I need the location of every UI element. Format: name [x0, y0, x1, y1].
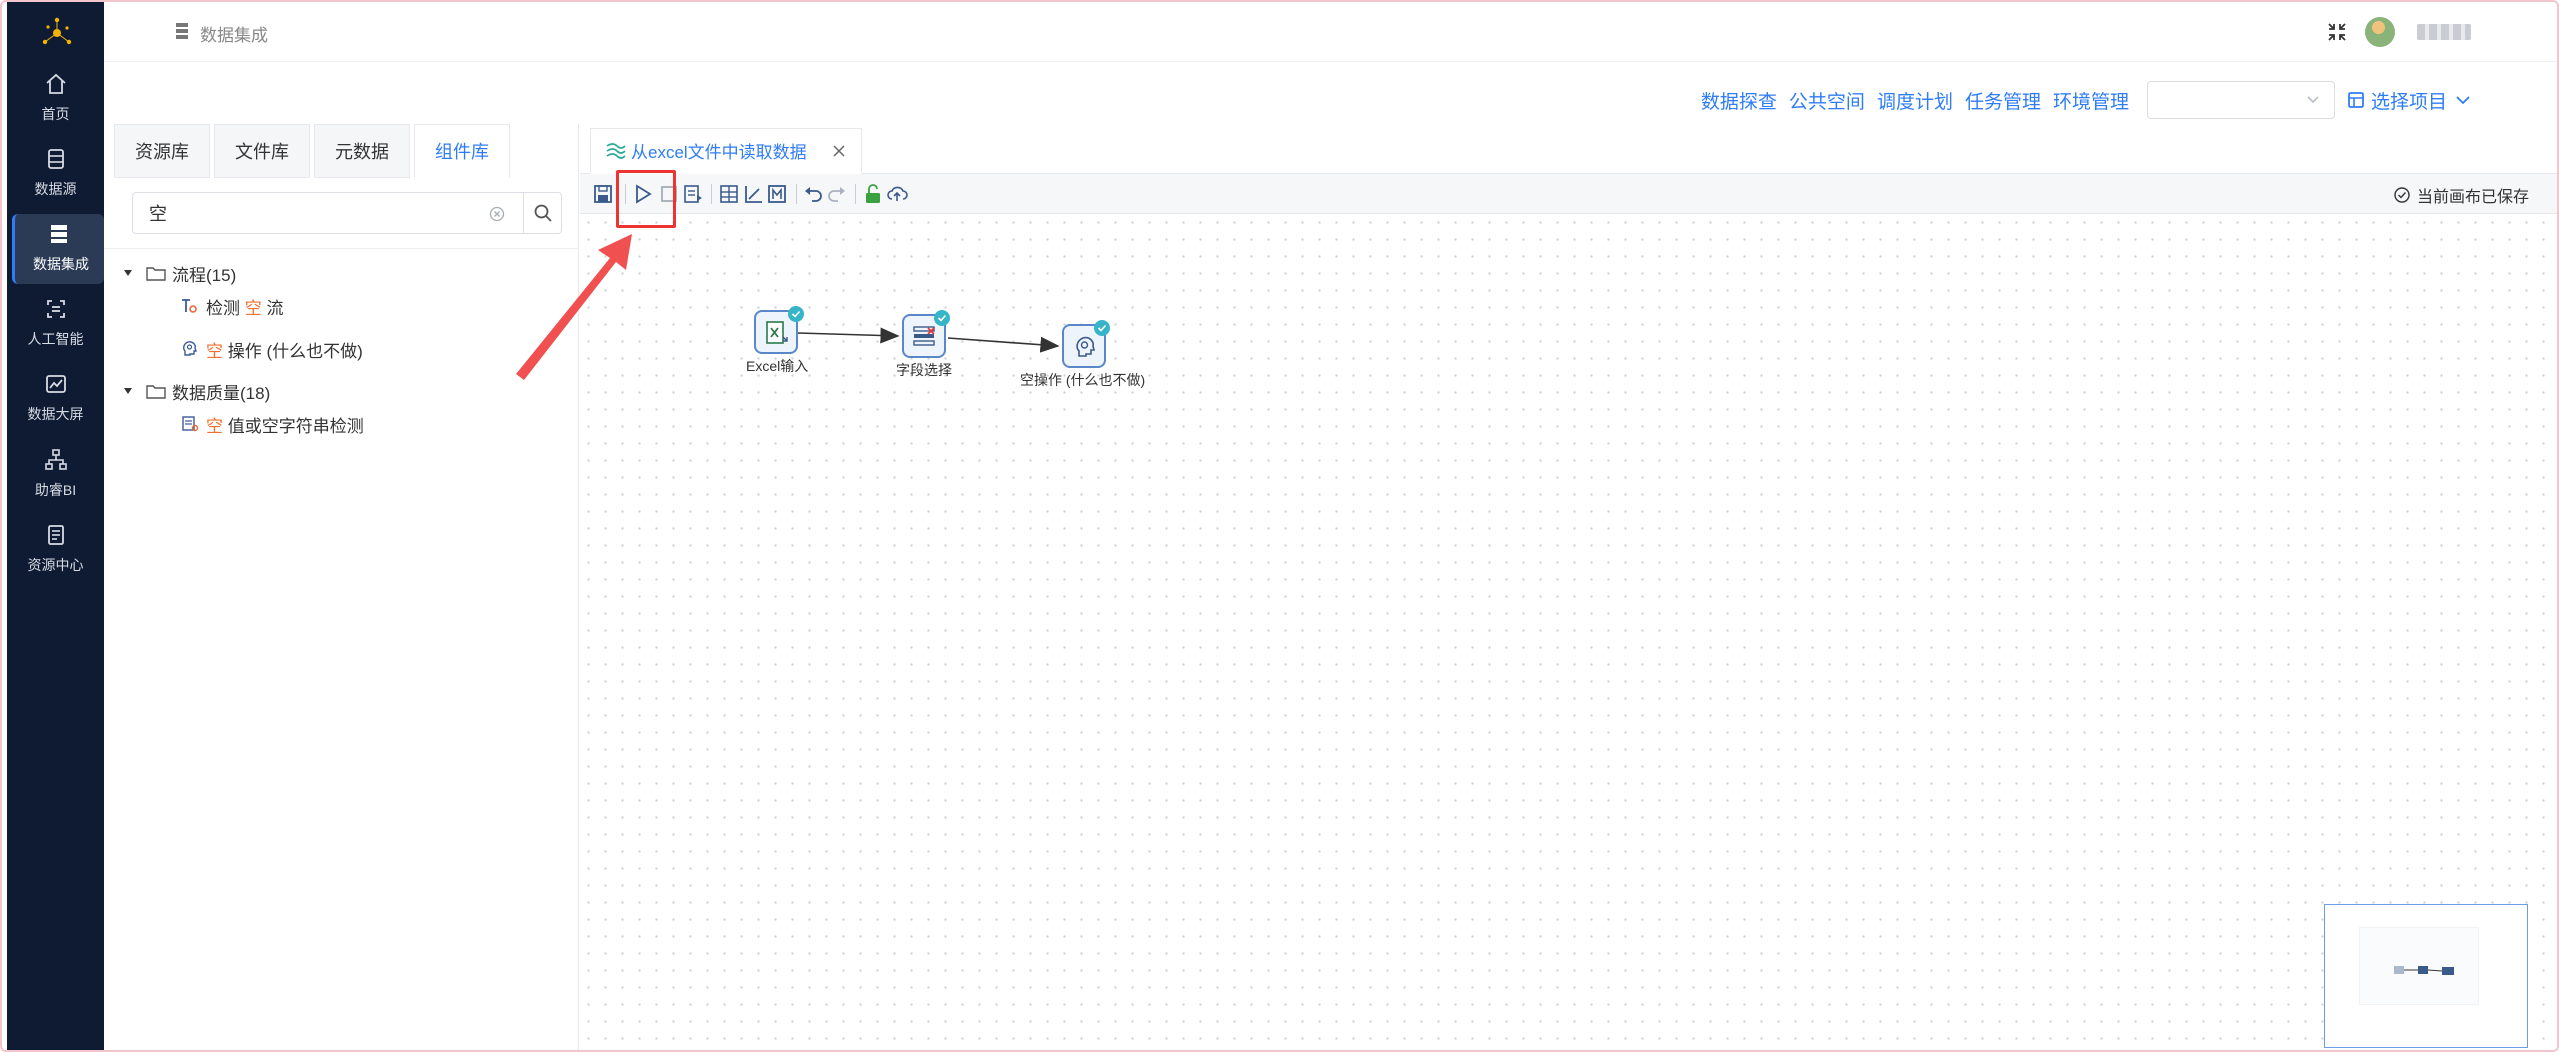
step-label: Excel输入: [746, 358, 809, 374]
step-label: 空操作 (什么也不做): [1020, 372, 1146, 388]
app-window: 首页 数据源 数据集成 人工智能 数据大屏 助睿BI 资源中心 数据集成 数据探…: [0, 0, 2559, 1052]
minimap-preview: [2394, 966, 2454, 975]
select-fields-icon: [913, 326, 935, 346]
status-ok-icon: [1094, 320, 1110, 336]
annotation-arrow: [516, 234, 632, 380]
canvas-minimap[interactable]: [2324, 904, 2528, 1048]
annotation-highlight-box: [616, 170, 676, 228]
hop-connector: [797, 327, 900, 344]
dummy-step-icon: [1076, 336, 1096, 357]
status-ok-icon: [934, 310, 950, 326]
step-label: 字段选择: [896, 362, 952, 378]
canvas-connectors: [516, 234, 1060, 380]
hop-connector: [947, 336, 1060, 353]
status-ok-icon: [788, 306, 804, 322]
excel-icon: [766, 321, 788, 344]
minimap-viewport: [2359, 927, 2479, 1005]
